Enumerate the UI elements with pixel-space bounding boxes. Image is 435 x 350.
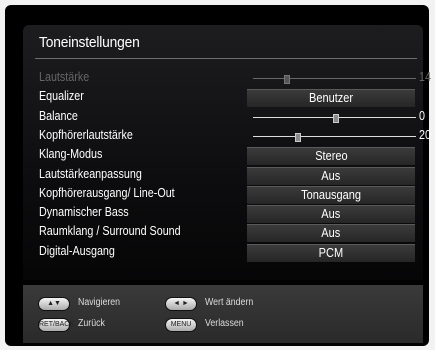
option-selector[interactable]: Aus — [247, 205, 415, 224]
menu-row[interactable]: Klang-Modus Stereo — [23, 146, 423, 166]
slider-track[interactable] — [253, 132, 416, 142]
menu-title: Toneinstellungen — [39, 34, 140, 51]
option-selector[interactable]: PCM — [247, 243, 415, 262]
up-down-key-icon: ▲▼ — [38, 297, 70, 311]
slider-value: 20 — [419, 127, 431, 142]
sound-settings-panel: Toneinstellungen Lautstärke 14 Equalizer Be… — [23, 25, 431, 280]
menu-row: Lautstärke 14 — [23, 69, 431, 88]
hint-exit-label: Verlassen — [205, 318, 244, 329]
slider-value: 14 — [419, 70, 431, 84]
option-selector[interactable]: Benutzer — [247, 89, 415, 108]
menu-row[interactable]: Dynamischer Bass Aus — [23, 204, 423, 224]
slider-thumb — [283, 75, 290, 84]
menu-row[interactable]: Kopfhörerausgang/ Line-Out Tonausgang — [23, 185, 423, 204]
menu-row-label: Kopfhörerlautstärke — [39, 127, 133, 142]
hint-change-label: Wert ändern — [205, 297, 254, 308]
slider-value: 0 — [419, 108, 425, 123]
tv-screen: Toneinstellungen Lautstärke 14 Equalizer Be… — [5, 5, 431, 346]
menu-row[interactable]: Raumklang / Surround Sound Aus — [23, 223, 423, 243]
menu-row-label: Balance — [39, 108, 78, 123]
return-key-icon: RET/BACK — [38, 318, 74, 332]
slider-thumb[interactable] — [295, 132, 301, 142]
menu-row-label: Digital-Ausgang — [39, 243, 115, 258]
menu-row-label: Raumklang / Surround Sound — [39, 224, 181, 239]
option-value: Benutzer — [308, 91, 354, 106]
menu-row-label: Equalizer — [39, 89, 84, 104]
menu-row[interactable]: Lautstärkeanpassung Aus — [23, 166, 423, 185]
menu-row[interactable]: Digital-Ausgang PCM — [23, 243, 423, 262]
option-value: Stereo — [314, 149, 348, 164]
menu-row[interactable]: Equalizer Benutzer — [23, 88, 423, 108]
option-value: Aus — [321, 226, 341, 241]
slider-track — [253, 75, 416, 84]
option-value: Aus — [321, 207, 341, 222]
menu-row[interactable]: Kopfhörerlautstärke 20 — [23, 127, 431, 146]
option-selector[interactable]: Aus — [247, 224, 415, 243]
option-selector[interactable]: Stereo — [247, 147, 415, 166]
left-right-key-icon: ◄ ► — [165, 297, 197, 311]
menu-row-label: Dynamischer Bass — [39, 205, 129, 220]
footer-hints: ▲▼ Navigieren ◄ ► Wert ändern RET/BACK Z… — [23, 285, 423, 343]
slider-track[interactable] — [253, 113, 416, 123]
slider-thumb[interactable] — [332, 113, 339, 123]
menu-row-label: Lautstärke — [39, 70, 90, 84]
option-value: PCM — [318, 245, 344, 260]
option-value: Aus — [321, 168, 341, 183]
option-selector[interactable]: Tonausgang — [247, 185, 415, 204]
menu-row[interactable]: Balance 0 — [23, 108, 425, 127]
menu-key-icon: MENU — [165, 318, 197, 332]
menu-row-label: Klang-Modus — [39, 147, 103, 162]
option-selector[interactable]: Aus — [247, 166, 415, 185]
hint-navigate-label: Navigieren — [78, 297, 121, 308]
menu-row-label: Kopfhörerausgang/ Line-Out — [39, 185, 175, 200]
hint-back-label: Zurück — [78, 318, 105, 329]
option-value: Tonausgang — [301, 187, 361, 202]
title-divider — [35, 58, 417, 59]
menu-row-label: Lautstärkeanpassung — [39, 166, 142, 181]
